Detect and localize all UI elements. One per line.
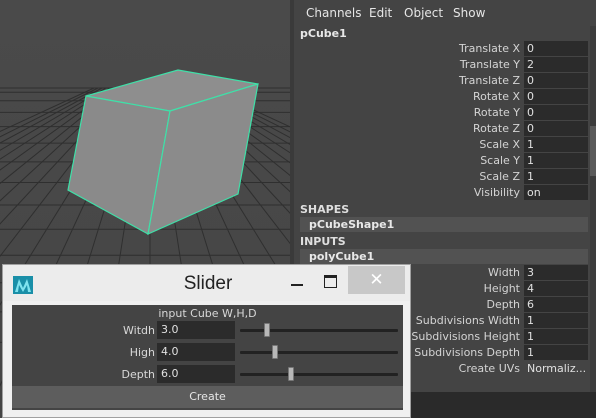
close-icon: ✕ [369,270,384,290]
attr-label: Subdivisions Width [415,314,520,327]
maya-app-icon [13,276,33,294]
slider-panel: input Cube W,H,D Witdh 3.0 High 4.0 Dept… [12,305,403,410]
attr-row-translate-x[interactable]: Translate X 0 [294,41,590,56]
slider-row-depth: Depth 6.0 [12,365,403,384]
channel-box-scrollbar[interactable] [590,26,596,418]
attr-value-field[interactable]: 6 [524,297,588,312]
menu-channels[interactable]: Channels [306,6,362,20]
attr-value-field[interactable]: 1 [524,153,588,168]
menu-edit[interactable]: Edit [369,6,392,20]
height-slider-thumb[interactable] [271,345,278,359]
attr-row-translate-y[interactable]: Translate Y 2 [294,57,590,72]
attr-value-field[interactable]: 0 [524,73,588,88]
attr-row-visibility[interactable]: Visibility on [294,185,590,200]
slider-label: Depth [121,368,155,381]
attr-label: Translate X [459,42,520,55]
width-value-field[interactable]: 3.0 [157,321,235,339]
depth-slider-thumb[interactable] [287,367,294,381]
maximize-button[interactable] [316,265,346,295]
attr-label: Scale Z [479,170,520,183]
attr-value-field[interactable]: 0 [524,105,588,120]
attr-label: Scale X [479,138,520,151]
window-titlebar[interactable]: Slider ✕ [3,265,410,301]
panel-header: input Cube W,H,D [158,307,257,320]
maximize-icon [324,275,337,288]
slider-row-height: High 4.0 [12,343,403,362]
attr-value-field[interactable]: 0 [524,89,588,104]
attr-label: Visibility [473,186,520,199]
attr-value-field[interactable]: 1 [524,313,588,328]
height-slider-track[interactable] [240,351,398,354]
depth-value-field[interactable]: 6.0 [157,365,235,383]
inputs-header: INPUTS [300,235,346,248]
attr-value-field[interactable]: 1 [524,329,588,344]
attr-row-rotate-z[interactable]: Rotate Z 0 [294,121,590,136]
attr-value-field[interactable]: 4 [524,281,588,296]
shape-node-row[interactable]: pCubeShape1 [300,217,588,232]
attr-label: Rotate Z [472,122,520,135]
close-button[interactable]: ✕ [348,266,405,294]
attr-value-field[interactable]: 1 [524,137,588,152]
attr-row-translate-z[interactable]: Translate Z 0 [294,73,590,88]
attr-value-field[interactable]: 3 [524,265,588,280]
window-title: Slider [183,273,233,294]
attr-row-rotate-x[interactable]: Rotate X 0 [294,89,590,104]
attr-value-field[interactable]: on [524,185,588,200]
attr-row-scale-y[interactable]: Scale Y 1 [294,153,590,168]
minimize-icon [291,284,303,286]
attr-row-scale-z[interactable]: Scale Z 1 [294,169,590,184]
input-node-row[interactable]: polyCube1 [300,249,588,264]
slider-row-width: Witdh 3.0 [12,321,403,340]
cube-pCube1[interactable] [67,69,259,236]
attr-label: Subdivisions Height [411,330,520,343]
attr-row-scale-x[interactable]: Scale X 1 [294,137,590,152]
slider-window: Slider ✕ input Cube W,H,D Witdh 3.0 High… [2,264,411,418]
attr-label: Rotate X [472,90,520,103]
menu-object[interactable]: Object [404,6,443,20]
maya-workspace: Channels Edit Object Show pCube1 Transla… [0,0,596,418]
width-slider-thumb[interactable] [263,323,270,337]
attr-value-field[interactable]: 0 [524,41,588,56]
attr-label: Translate Y [459,58,520,71]
shapes-header: SHAPES [300,203,350,216]
attr-label: Translate Z [459,74,520,87]
menu-show[interactable]: Show [453,6,485,20]
object-name[interactable]: pCube1 [300,27,347,40]
attr-value-field[interactable]: 1 [524,345,588,360]
create-button[interactable]: Create [12,386,403,408]
attr-label: Depth [486,298,520,311]
attr-value-field[interactable]: 2 [524,57,588,72]
scrollbar-thumb[interactable] [590,126,596,176]
attr-label: Subdivisions Depth [414,346,520,359]
attr-label: Width [488,266,520,279]
attr-label: Create UVs [458,362,520,375]
minimize-button[interactable] [283,265,313,295]
slider-label: Witdh [123,324,155,337]
attr-value-field[interactable]: 0 [524,121,588,136]
attr-label: Scale Y [480,154,520,167]
depth-slider-track[interactable] [240,373,398,376]
attr-value-field[interactable]: 1 [524,169,588,184]
slider-label: High [129,346,155,359]
create-uvs-dropdown[interactable]: Normaliz... [524,361,588,376]
attr-row-rotate-y[interactable]: Rotate Y 0 [294,105,590,120]
attr-label: Rotate Y [473,106,520,119]
channel-box-menubar: Channels Edit Object Show [294,0,596,26]
height-value-field[interactable]: 4.0 [157,343,235,361]
attr-label: Height [483,282,520,295]
